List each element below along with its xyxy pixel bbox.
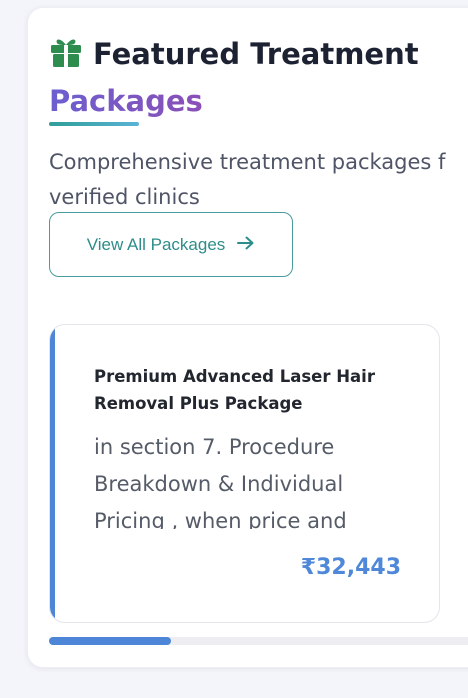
arrow-right-icon [237, 235, 255, 255]
view-all-packages-button[interactable]: View All Packages [49, 212, 293, 277]
gift-icon [49, 36, 83, 80]
package-price: ₹32,443 [300, 555, 401, 580]
page: Featured Treatment Packages Comprehensiv… [0, 0, 468, 698]
section-title: Featured Treatment [93, 37, 419, 71]
featured-packages-section: Featured Treatment Packages Comprehensiv… [27, 7, 468, 668]
card-accent-bar [50, 325, 55, 622]
section-subtitle: Comprehensive treatment packages f verif… [49, 145, 468, 215]
package-description: in section 7. Procedure Breakdown & Indi… [94, 435, 347, 529]
package-title: Premium Advanced Laser Hair Removal Plus… [94, 367, 375, 413]
view-all-label: View All Packages [86, 234, 226, 254]
section-title-highlight: Packages [49, 84, 203, 118]
carousel-scrollbar[interactable] [49, 637, 468, 645]
subtitle-line-1: Comprehensive treatment packages f [49, 150, 446, 174]
title-underline [49, 122, 139, 126]
carousel-scroll-thumb[interactable] [49, 637, 172, 645]
subtitle-line-2: verified clinics [49, 185, 200, 209]
package-card[interactable]: Premium Advanced Laser Hair Removal Plus… [49, 324, 440, 623]
section-heading: Featured Treatment Packages [49, 33, 468, 123]
